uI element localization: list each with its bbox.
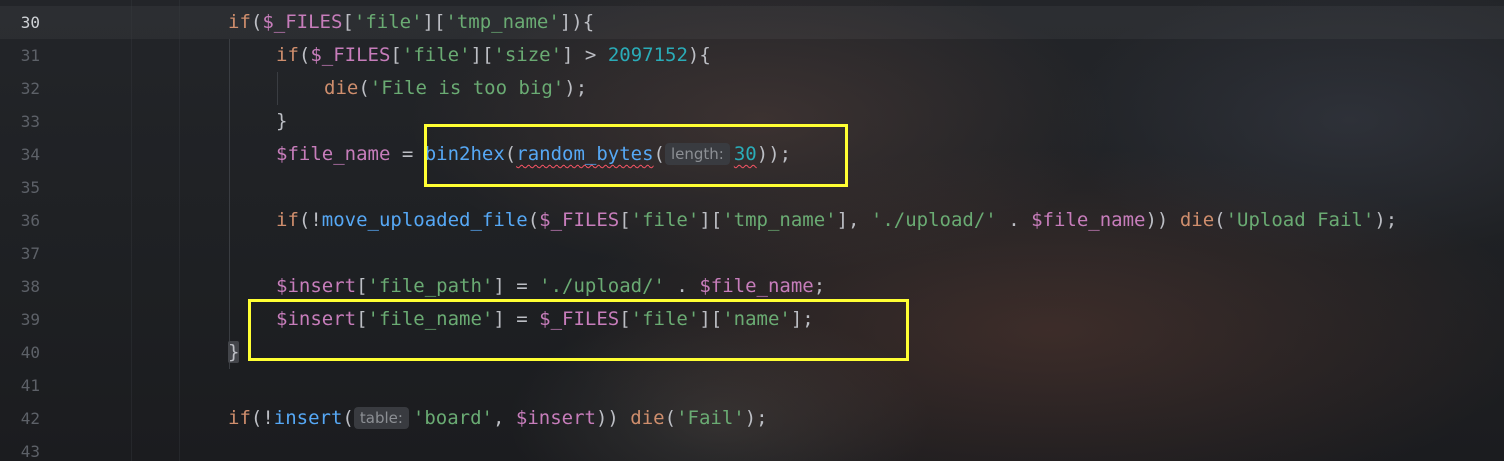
punct: ]) bbox=[559, 11, 583, 33]
keyword: if bbox=[228, 407, 251, 429]
code-editor[interactable]: 30 31 32 33 34 35 36 37 38 39 40 41 42 4… bbox=[0, 0, 1504, 461]
variable: $file_name bbox=[1031, 209, 1146, 231]
punct: . bbox=[996, 209, 1032, 231]
punct: ( bbox=[664, 407, 677, 429]
punct: ( bbox=[358, 77, 370, 99]
brace: } bbox=[276, 110, 288, 132]
punct: ( bbox=[342, 407, 354, 429]
punct: ][ bbox=[422, 11, 446, 33]
string: 'size' bbox=[493, 44, 563, 66]
punct: ( bbox=[298, 44, 311, 66]
keyword: if bbox=[276, 44, 299, 66]
punct: ( bbox=[1214, 209, 1226, 231]
keyword: die bbox=[1179, 209, 1215, 231]
code-area[interactable]: if($_FILES['file']['tmp_name']){ if($_FI… bbox=[0, 0, 1504, 461]
punct: ], bbox=[836, 209, 871, 231]
keyword: die bbox=[324, 77, 359, 99]
code-line-40[interactable]: } bbox=[228, 336, 240, 369]
string: 'Upload Fail' bbox=[1225, 209, 1375, 231]
string: 'file' bbox=[353, 11, 423, 33]
variable: $_FILES bbox=[310, 44, 391, 66]
variable: $insert bbox=[276, 275, 357, 297]
code-line-36[interactable]: if(!move_uploaded_file($_FILES['file']['… bbox=[276, 204, 1397, 237]
punct: [ bbox=[342, 11, 354, 33]
number: 2097152 bbox=[607, 44, 688, 66]
punct: ( bbox=[250, 11, 263, 33]
string: 'tmp_name' bbox=[445, 11, 560, 33]
punct: ); bbox=[744, 407, 768, 429]
punct: (! bbox=[298, 209, 322, 231]
parameter-hint: table: bbox=[353, 407, 409, 429]
keyword: if bbox=[276, 209, 299, 231]
punct: [ bbox=[619, 209, 631, 231]
punct: ( bbox=[527, 209, 540, 231]
function-call: insert bbox=[273, 407, 343, 429]
punct: , bbox=[493, 407, 516, 429]
punct: ][ bbox=[470, 44, 494, 66]
string: 'Fail' bbox=[676, 407, 745, 429]
punct: = bbox=[390, 143, 425, 165]
punct: ; bbox=[813, 275, 826, 297]
highlight-box-random-bytes bbox=[424, 124, 848, 187]
keyword: die bbox=[630, 407, 665, 429]
code-line-42[interactable]: if(!insert(table:'board', $insert)) die(… bbox=[228, 402, 768, 435]
punct: ] > bbox=[562, 44, 608, 66]
punct: [ bbox=[356, 275, 368, 297]
highlight-box-file-name bbox=[248, 299, 909, 361]
string: './upload/' bbox=[539, 275, 665, 297]
string: 'file' bbox=[630, 209, 700, 231]
code-line-30[interactable]: if($_FILES['file']['tmp_name']){ bbox=[228, 6, 594, 39]
variable: $_FILES bbox=[539, 209, 620, 231]
string: 'File is too big' bbox=[369, 77, 565, 99]
string: 'tmp_name' bbox=[722, 209, 837, 231]
code-line-32[interactable]: die('File is too big'); bbox=[324, 72, 587, 105]
string: './upload/' bbox=[870, 209, 997, 231]
brace: { bbox=[582, 11, 595, 33]
string: 'file_path' bbox=[367, 275, 494, 297]
code-line-31[interactable]: if($_FILES['file']['size'] > 2097152){ bbox=[276, 39, 711, 72]
punct: ] = bbox=[493, 275, 540, 297]
punct: (! bbox=[250, 407, 274, 429]
variable: $file_name bbox=[276, 143, 391, 165]
punct: ); bbox=[564, 77, 588, 99]
keyword: if bbox=[228, 11, 251, 33]
punct: ){ bbox=[687, 44, 711, 66]
punct: [ bbox=[390, 44, 402, 66]
function-call: move_uploaded_file bbox=[321, 209, 528, 231]
punct: ][ bbox=[699, 209, 723, 231]
punct: ); bbox=[1374, 209, 1398, 231]
variable: $_FILES bbox=[262, 11, 343, 33]
punct: )) bbox=[1145, 209, 1180, 231]
string: 'file' bbox=[401, 44, 471, 66]
string: 'board' bbox=[412, 407, 493, 429]
punct: )) bbox=[595, 407, 631, 429]
variable: $insert bbox=[515, 407, 596, 429]
code-line-33[interactable]: } bbox=[276, 105, 287, 138]
punct: . bbox=[664, 275, 700, 297]
variable: $file_name bbox=[699, 275, 814, 297]
matched-brace: } bbox=[228, 341, 240, 363]
